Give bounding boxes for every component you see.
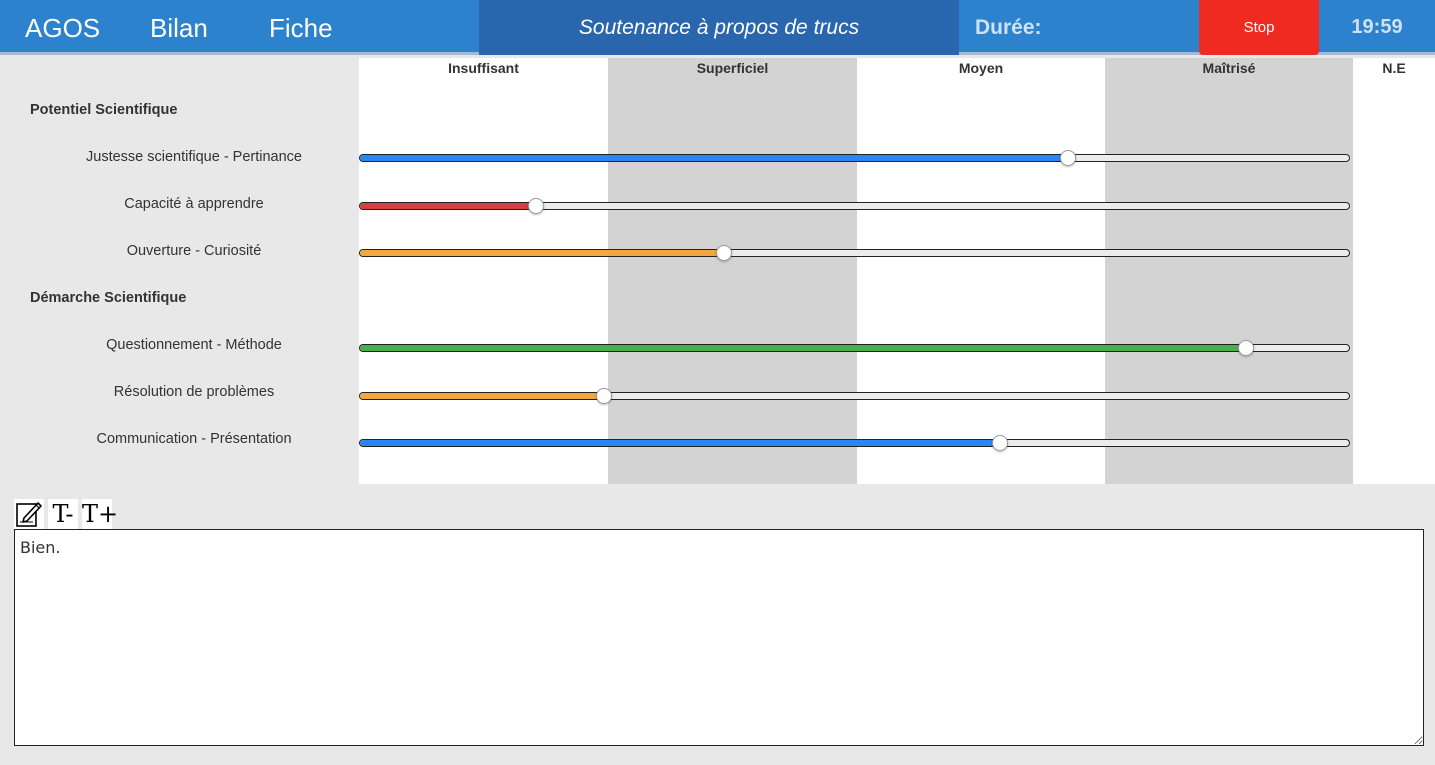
criterion-slider[interactable] (359, 150, 1350, 166)
column-header: Maîtrisé (1202, 60, 1256, 76)
top-bar: AGOS Bilan Fiche Soutenance à propos de … (0, 0, 1435, 55)
slider-thumb[interactable] (1060, 150, 1077, 166)
criterion-slider[interactable] (359, 388, 1350, 404)
slider-fill (360, 155, 1069, 161)
slider-fill (360, 203, 537, 209)
stop-button[interactable]: Stop (1199, 0, 1319, 55)
comment-field[interactable]: Bien. (14, 529, 1424, 746)
column-non-evalue: N.E (1353, 58, 1435, 484)
column-superficiel: Superficiel (608, 58, 857, 484)
criterion-label: Capacité à apprendre (124, 196, 264, 212)
evaluation-grid: Insuffisant Superficiel Moyen Maîtrisé N… (359, 58, 1435, 484)
nav-agos[interactable]: AGOS (25, 0, 100, 55)
criterion-label: Questionnement - Méthode (106, 337, 282, 353)
section-potentiel-scientifique: Potentiel Scientifique (30, 102, 178, 118)
text-decrease-icon: T- (52, 500, 74, 528)
slider-fill (360, 440, 1000, 446)
column-header: Insuffisant (448, 60, 519, 76)
slider-thumb[interactable] (991, 435, 1008, 451)
criterion-label: Communication - Présentation (96, 431, 292, 447)
edit-note-button[interactable] (14, 499, 44, 529)
slider-thumb[interactable] (715, 245, 732, 261)
criterion-slider[interactable] (359, 340, 1350, 356)
text-increase-icon: T+ (82, 500, 119, 528)
criterion-slider[interactable] (359, 245, 1350, 261)
slider-fill (360, 393, 605, 399)
timer: 19:59 (1351, 16, 1403, 38)
criterion-label: Justesse scientifique - Pertinance (86, 149, 302, 165)
nav-fiche[interactable]: Fiche (269, 0, 333, 55)
criterion-label: Résolution de problèmes (113, 384, 275, 400)
slider-thumb[interactable] (528, 198, 545, 214)
criterion-label: Ouverture - Curiosité (126, 243, 262, 259)
slider-fill (360, 345, 1247, 351)
session-title: Soutenance à propos de trucs (479, 0, 959, 55)
column-moyen: Moyen (857, 58, 1105, 484)
criterion-slider[interactable] (359, 435, 1350, 451)
column-header: Moyen (958, 60, 1004, 76)
column-header: N.E (1382, 60, 1406, 76)
section-demarche-scientifique: Démarche Scientifique (30, 290, 187, 306)
duration-label: Durée: (975, 16, 1042, 39)
column-insuffisant: Insuffisant (359, 58, 608, 484)
edit-note-icon (16, 502, 42, 527)
text-increase-button[interactable]: T+ (82, 499, 119, 529)
text-decrease-button[interactable]: T- (48, 499, 78, 529)
nav-bilan[interactable]: Bilan (150, 0, 208, 55)
criterion-slider[interactable] (359, 198, 1350, 214)
column-header: Superficiel (696, 60, 769, 76)
column-maitrise: Maîtrisé (1105, 58, 1353, 484)
slider-fill (360, 250, 724, 256)
